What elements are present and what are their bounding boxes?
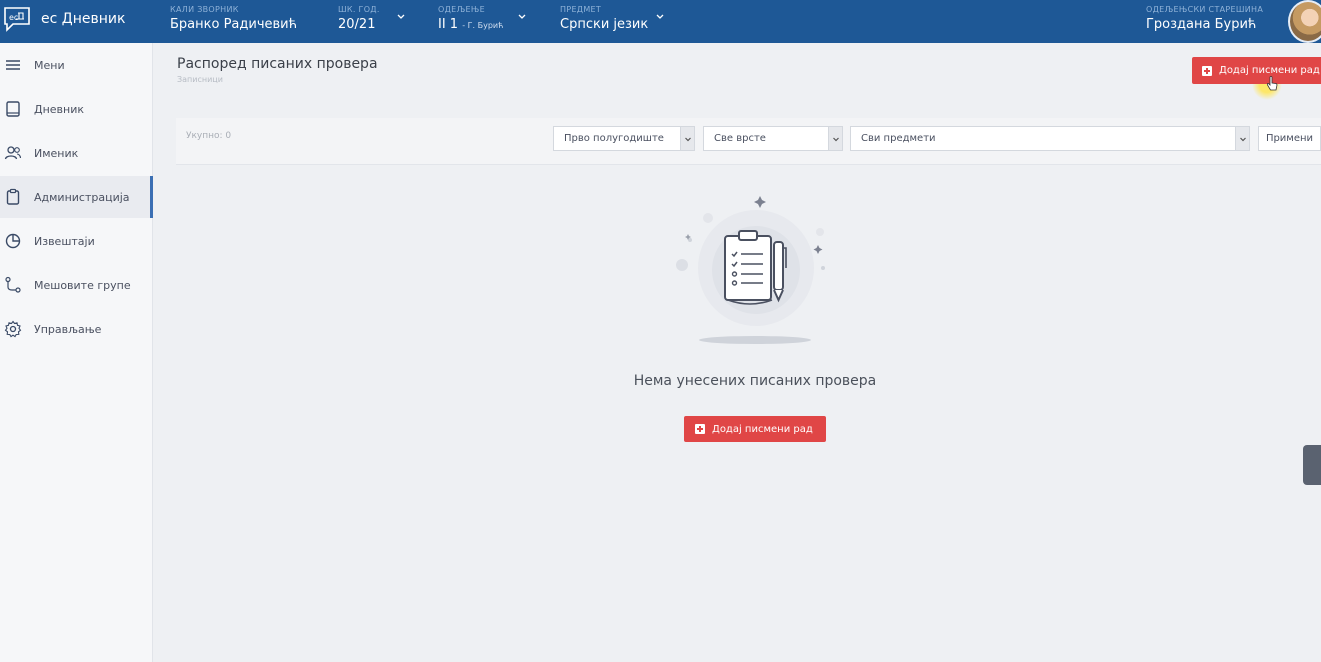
plus-square-icon — [1202, 65, 1212, 76]
sidebar: Мени Дневник Именик Администрација Извеш… — [0, 43, 153, 662]
users-icon — [4, 146, 22, 160]
chevron-down-icon — [680, 127, 694, 150]
user-name: Бранко Радичевић — [170, 17, 298, 32]
sidebar-item-label: Мешовите групе — [34, 278, 131, 292]
semester-select-value: Прво полугодиште — [564, 133, 664, 144]
pie-chart-icon — [5, 233, 21, 249]
share-nodes-icon — [5, 276, 21, 293]
add-button-label: Додај писмени рад — [1219, 65, 1320, 76]
add-written-test-button[interactable]: Додај писмени рад — [1192, 57, 1321, 84]
sidebar-item-menu[interactable]: Мени — [0, 46, 153, 84]
empty-clipboard-illustration — [676, 196, 825, 344]
sidebar-item-label: Администрација — [34, 190, 130, 204]
chevron-down-icon — [1235, 127, 1249, 150]
menu-icon — [6, 60, 20, 70]
side-panel-toggle[interactable] — [1303, 445, 1321, 485]
semester-select[interactable]: Прво полугодиште — [553, 126, 695, 151]
sidebar-item-label: Именик — [34, 146, 79, 160]
sidebar-item-label: Управљање — [34, 322, 102, 336]
top-bar: ес ес Дневник КАЛИ ЗВОРНИК Бранко Радиче… — [0, 0, 1321, 43]
school-year-selector[interactable]: ШК. ГОД. 20/21 — [338, 5, 380, 32]
app-name: ес Дневник — [41, 11, 126, 27]
class-teacher-label: ОДЕЉЕЊСКИ СТАРЕШИНА — [1146, 5, 1264, 14]
gear-icon — [4, 320, 22, 338]
sidebar-item-register[interactable]: Именик — [0, 134, 153, 172]
type-select-value: Све врсте — [714, 133, 766, 144]
sidebar-item-reports[interactable]: Извештаји — [0, 222, 153, 260]
class-selector[interactable]: ОДЕЉЕЊЕ II 1 - Г. Бурић — [438, 5, 503, 32]
type-select[interactable]: Све врсте — [703, 126, 843, 151]
breadcrumb[interactable]: Записници — [177, 75, 223, 84]
book-icon — [6, 101, 20, 117]
subject-filter-value: Сви предмети — [861, 133, 936, 144]
clipboard-icon — [6, 188, 20, 205]
add-button-label: Додај писмени рад — [712, 423, 813, 435]
chevron-down-icon[interactable] — [655, 12, 665, 22]
class-teacher[interactable]: ОДЕЉЕЊСКИ СТАРЕШИНА Гроздана Бурић — [1146, 5, 1263, 32]
sidebar-item-mixed-groups[interactable]: Мешовите групе — [0, 266, 153, 304]
sidebar-item-management[interactable]: Управљање — [0, 310, 153, 348]
plus-square-icon — [695, 424, 705, 434]
hand-cursor-icon — [1266, 76, 1278, 91]
school-year-label: ШК. ГОД. — [338, 5, 380, 14]
class-label: ОДЕЉЕЊЕ — [438, 5, 485, 14]
sidebar-item-label: Мени — [34, 58, 65, 72]
chevron-down-icon[interactable] — [517, 12, 527, 22]
apply-filters-button[interactable]: Примени — [1258, 126, 1321, 151]
subject-label: ПРЕДМЕТ — [560, 5, 602, 14]
school-year-value: 20/21 — [338, 17, 376, 32]
sidebar-item-label: Извештаји — [34, 234, 95, 248]
chat-logo-icon: ес — [4, 7, 30, 32]
sidebar-item-administration[interactable]: Администрација — [0, 176, 153, 218]
chevron-down-icon[interactable] — [396, 12, 406, 22]
user-label: КАЛИ ЗВОРНИК — [170, 5, 239, 14]
svg-text:ес: ес — [9, 13, 18, 22]
user-selector[interactable]: КАЛИ ЗВОРНИК Бранко Радичевић — [170, 5, 297, 32]
subject-selector[interactable]: ПРЕДМЕТ Српски језик — [560, 5, 648, 32]
subject-value: Српски језик — [560, 17, 649, 32]
sidebar-item-label: Дневник — [34, 102, 85, 116]
sidebar-item-diary[interactable]: Дневник — [0, 90, 153, 128]
empty-state-message: Нема унесених писаних провера — [633, 373, 877, 389]
page-title: Распоред писаних провера — [177, 56, 378, 72]
subject-filter-select[interactable]: Сви предмети — [850, 126, 1250, 151]
add-written-test-button-empty[interactable]: Додај писмени рад — [684, 416, 826, 442]
class-teacher-short: - Г. Бурић — [462, 21, 504, 30]
class-value: II 1 — [438, 17, 459, 32]
chevron-down-icon — [828, 127, 842, 150]
total-count: Укупно: 0 — [186, 131, 232, 141]
class-teacher-name: Гроздана Бурић — [1146, 17, 1257, 32]
avatar[interactable] — [1288, 0, 1321, 43]
